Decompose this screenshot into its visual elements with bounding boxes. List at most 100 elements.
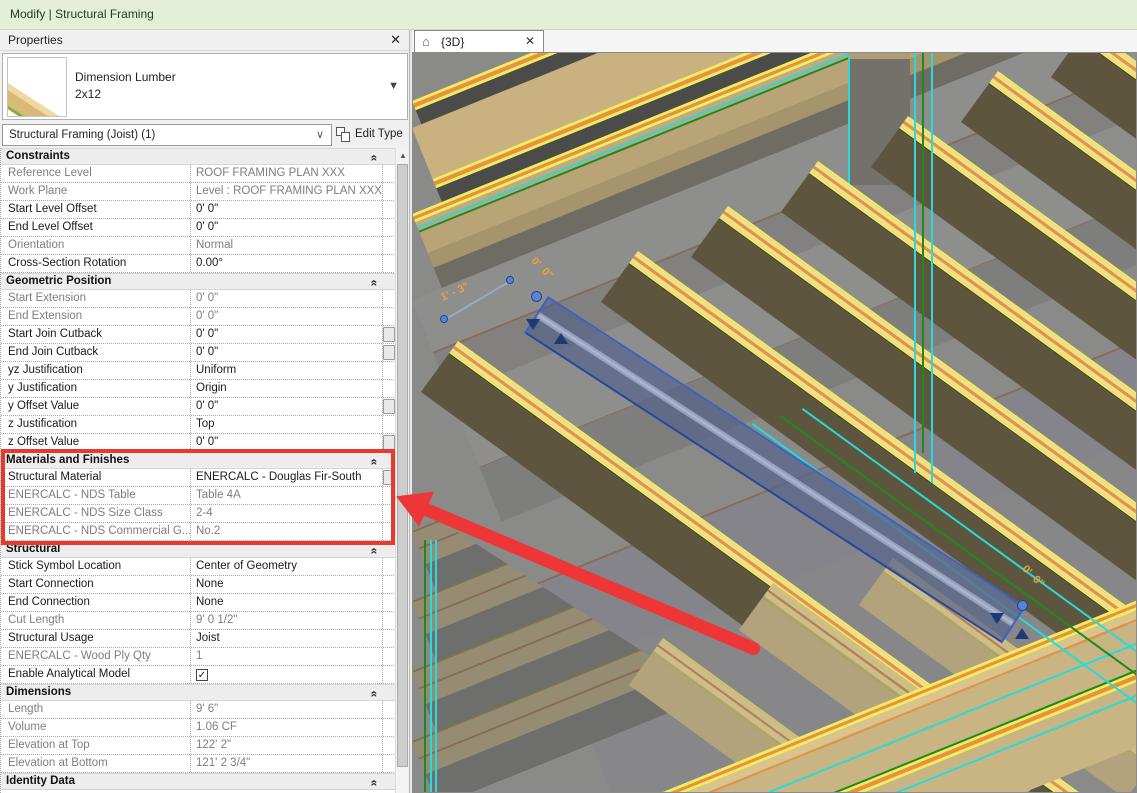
property-row: y Offset Value0' 0" [1, 398, 396, 416]
section-title: Dimensions [6, 686, 71, 698]
collapse-chevron-icon[interactable]: « [368, 155, 382, 162]
property-value: Normal [191, 237, 383, 254]
property-value[interactable]: 0' 0" [191, 398, 383, 415]
property-label: Length [1, 701, 191, 718]
property-value[interactable]: 0' 0" [191, 326, 383, 343]
properties-scrollbar[interactable]: ▲ [395, 148, 409, 793]
revit-window: Modify | Structural Framing Properties ✕… [0, 0, 1137, 793]
flip-arrow-icon[interactable] [526, 319, 540, 330]
flip-arrow-icon[interactable] [554, 333, 568, 344]
property-row: End Level Offset0' 0" [1, 219, 396, 237]
property-value: 1.06 CF [191, 719, 383, 736]
section-header: Constraints « [1, 148, 396, 165]
property-value: 9' 6" [191, 701, 383, 718]
edit-type-label: Edit Type [355, 128, 403, 140]
property-row: End Join Cutback0' 0" [1, 344, 396, 362]
joist-start-handle[interactable] [531, 291, 542, 302]
collapse-chevron-icon[interactable]: « [368, 548, 382, 555]
3d-scene [413, 53, 1136, 792]
property-value[interactable]: None [191, 576, 383, 593]
property-label: z Justification [1, 416, 191, 433]
view-tab-3d[interactable]: ⌂ {3D} ✕ [414, 30, 544, 52]
property-row: z JustificationTop [1, 416, 396, 434]
property-row: Volume1.06 CF [1, 719, 396, 737]
property-label: Cut Length [1, 612, 191, 629]
property-value[interactable]: None [191, 594, 383, 611]
property-row: Enable Analytical Model ✓ [1, 666, 396, 684]
property-label: Elevation at Top [1, 737, 191, 754]
property-row: Length9' 6" [1, 701, 396, 719]
property-value[interactable]: 0' 0" [191, 219, 383, 236]
property-label: Structural Usage [1, 630, 191, 647]
property-label: yz Justification [1, 362, 191, 379]
lumber-preview [7, 70, 67, 117]
property-label: Reference Level [1, 165, 191, 182]
analytical-line [922, 53, 924, 453]
property-row: End ConnectionNone [1, 594, 396, 612]
collapse-chevron-icon[interactable]: « [368, 280, 382, 287]
analytical-line [914, 53, 916, 473]
flip-arrow-icon[interactable] [1015, 628, 1029, 639]
property-value: 0' 0" [191, 308, 383, 325]
properties-panel-header: Properties ✕ [0, 30, 409, 51]
property-value: Level : ROOF FRAMING PLAN XXX [191, 183, 383, 200]
analytical-line [931, 53, 933, 483]
selection-row: Structural Framing (Joist) (1) ∨ Edit Ty… [0, 122, 409, 148]
property-label: Orientation [1, 237, 191, 254]
property-label: End Extension [1, 308, 191, 325]
ribbon-context-title: Modify | Structural Framing [10, 7, 154, 21]
property-label: Stick Symbol Location [1, 558, 191, 575]
section-title: Constraints [6, 150, 70, 162]
joist-end-handle[interactable] [1017, 600, 1028, 611]
close-icon[interactable]: ✕ [525, 34, 535, 48]
property-value: ROOF FRAMING PLAN XXX [191, 165, 383, 182]
property-label: Enable Analytical Model [1, 666, 191, 683]
analytical-line [435, 540, 437, 793]
edit-type-button[interactable]: Edit Type [336, 124, 408, 146]
property-value[interactable]: Uniform [191, 362, 383, 379]
type-family-name: Dimension Lumber [75, 70, 176, 84]
property-value[interactable]: Origin [191, 380, 383, 397]
property-value[interactable]: Top [191, 416, 383, 433]
property-row: Cut Length9' 0 1/2" [1, 612, 396, 630]
chevron-down-icon[interactable]: ▼ [388, 80, 399, 92]
property-row: Structural UsageJoist [1, 630, 396, 648]
property-value[interactable]: ✓ [191, 666, 383, 683]
property-label: Work Plane [1, 183, 191, 200]
property-row: Start Extension0' 0" [1, 290, 396, 308]
edit-type-icon [336, 127, 351, 142]
property-row: ENERCALC - Wood Ply Qty1 [1, 648, 396, 666]
property-label: Start Level Offset [1, 201, 191, 218]
property-label: Start Extension [1, 290, 191, 307]
scrollbar-thumb[interactable] [397, 164, 408, 767]
property-value: 122' 2" [191, 737, 383, 754]
property-row: Reference LevelROOF FRAMING PLAN XXX [1, 165, 396, 183]
property-value[interactable]: 0.00° [191, 255, 383, 272]
property-label: End Level Offset [1, 219, 191, 236]
collapse-chevron-icon[interactable]: « [368, 691, 382, 698]
collapse-chevron-icon[interactable]: « [368, 780, 382, 787]
selection-filter-dropdown[interactable]: Structural Framing (Joist) (1) ∨ [2, 124, 332, 146]
type-selector[interactable]: Dimension Lumber 2x12 ▼ [2, 53, 408, 120]
checkbox[interactable]: ✓ [196, 669, 208, 681]
property-label: Start Connection [1, 576, 191, 593]
dimension-handle[interactable] [506, 276, 514, 284]
dimension-handle[interactable] [440, 315, 448, 323]
property-value[interactable]: 0' 0" [191, 201, 383, 218]
property-row: Stick Symbol LocationCenter of Geometry [1, 558, 396, 576]
scroll-up-icon[interactable]: ▲ [396, 148, 410, 163]
3d-viewport[interactable]: 1' - 3" 0' 0" 0' 0" [412, 52, 1137, 793]
close-icon[interactable]: ✕ [390, 32, 401, 48]
flip-arrow-icon[interactable] [990, 613, 1004, 624]
property-value[interactable]: Center of Geometry [191, 558, 383, 575]
property-value: 9' 0 1/2" [191, 612, 383, 629]
property-row: End Extension0' 0" [1, 308, 396, 326]
property-value: 1 [191, 648, 383, 665]
type-size-name: 2x12 [75, 87, 101, 101]
property-value[interactable]: Joist [191, 630, 383, 647]
property-label: End Join Cutback [1, 344, 191, 361]
property-value[interactable]: 0' 0" [191, 344, 383, 361]
properties-title: Properties [8, 33, 63, 47]
property-row: yz JustificationUniform [1, 362, 396, 380]
property-value: 0' 0" [191, 290, 383, 307]
